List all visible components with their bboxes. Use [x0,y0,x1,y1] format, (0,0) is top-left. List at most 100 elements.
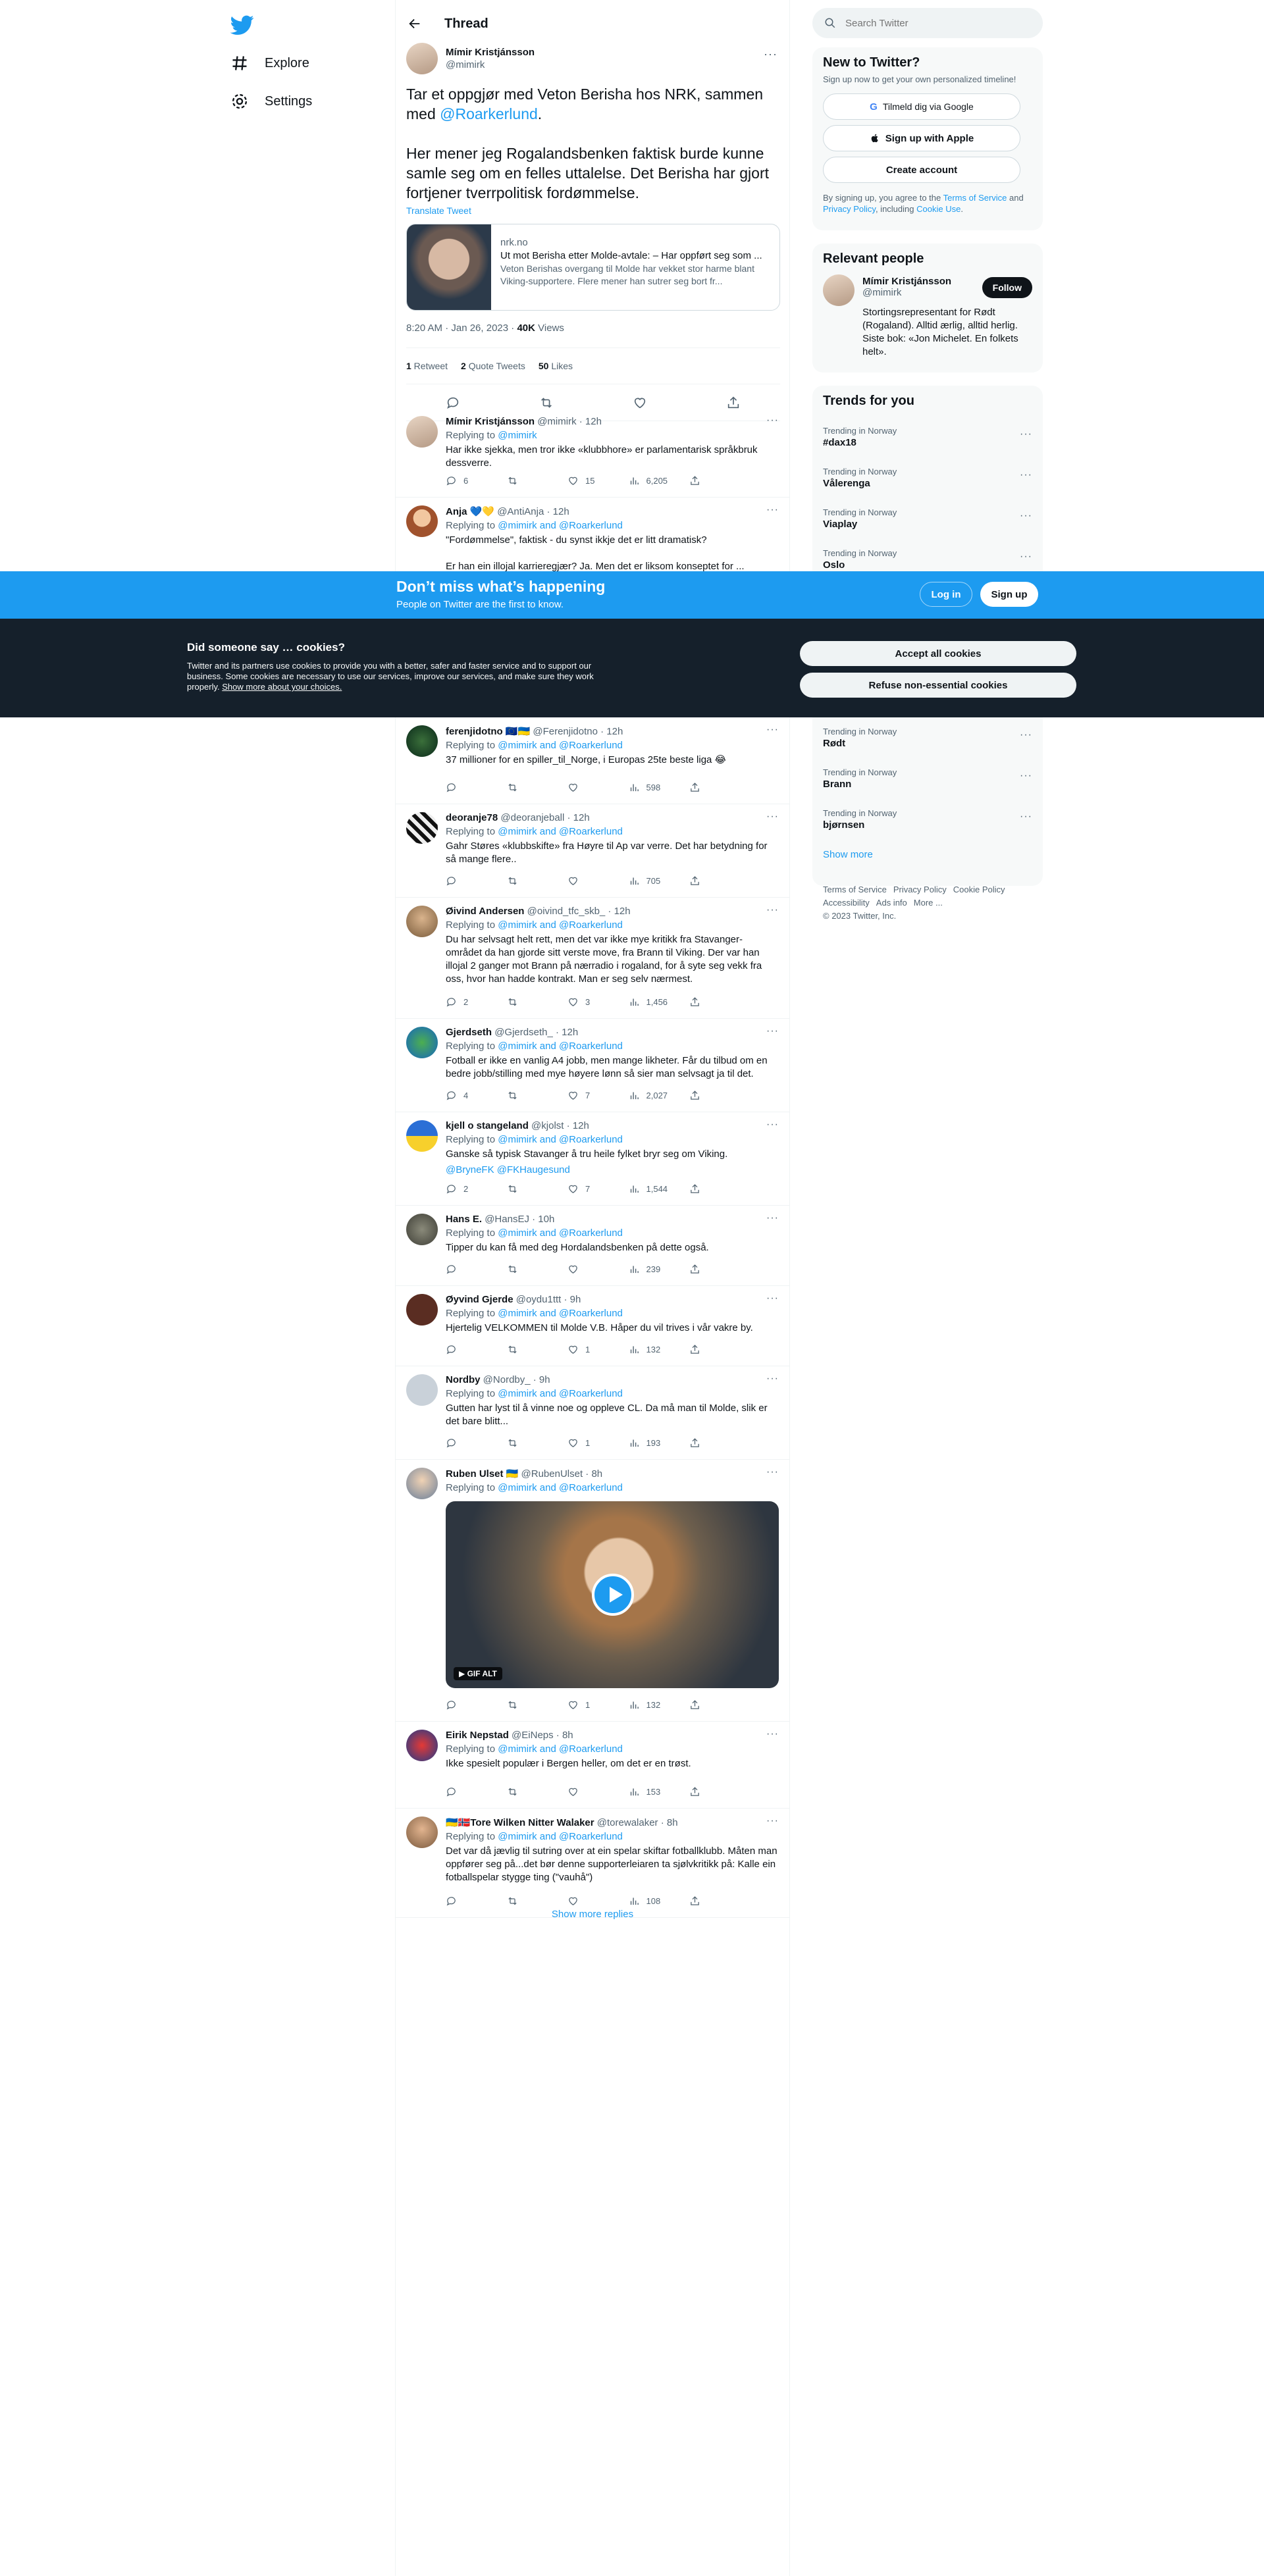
share-button[interactable] [689,1344,729,1355]
avatar[interactable] [406,505,438,537]
reply-author-handle[interactable]: @kjolst · 12h [531,1120,589,1131]
share-button[interactable] [689,1786,729,1797]
like-button[interactable] [567,782,607,793]
avatar[interactable] [406,812,438,844]
avatar[interactable] [406,416,438,448]
reply-button[interactable] [446,1699,485,1711]
reply-tweet[interactable]: ··· Mímir Kristjánsson @mimirk · 12h Reply… [396,408,789,498]
search-box[interactable] [812,8,1043,38]
trend-item[interactable]: Trending in Norway Vålerenga ··· [812,459,1043,500]
gif-badge[interactable]: ▶ GIF ALT [454,1667,502,1680]
trend-item[interactable]: Trending in Norway Rødt ··· [812,719,1043,760]
reply-tweet[interactable]: ··· Nordby @Nordby_ · 9h Replying to @mimi… [396,1366,789,1460]
focal-author[interactable]: Mímir Kristjánsson @mimirk [406,41,780,76]
avatar[interactable] [823,274,855,306]
replying-to-link[interactable]: @mimirk and @Roarkerlund [498,1743,623,1755]
relevant-person[interactable]: Mímir Kristjánsson @mimirk Follow Storti… [812,274,1043,357]
like-button[interactable] [567,1786,607,1797]
reply-author-handle[interactable]: @Nordby_ · 9h [483,1374,550,1385]
share-button[interactable] [689,475,729,486]
reply-tweet[interactable]: ··· deoranje78 @deoranjeball · 12h Replyin… [396,804,789,898]
reply-author-name[interactable]: Gjerdseth [446,1027,492,1038]
views-button[interactable]: 132 [629,1344,668,1355]
replying-to-link[interactable]: @mimirk and @Roarkerlund [498,1482,623,1493]
reply-button[interactable] [446,1344,485,1355]
refuse-cookies-button[interactable]: Refuse non-essential cookies [800,673,1076,698]
reply-author-name[interactable]: Nordby [446,1374,481,1385]
retweet-button[interactable] [507,996,546,1008]
reply-author-handle[interactable]: @mimirk · 12h [537,416,602,427]
avatar[interactable] [406,1214,438,1245]
like-button[interactable]: 7 [567,1183,607,1195]
like-button[interactable]: 1 [567,1344,607,1355]
avatar[interactable] [406,1730,438,1761]
reply-author-name[interactable]: Øyvind Gjerde [446,1294,514,1305]
replying-to-link[interactable]: @mimirk and @Roarkerlund [498,1041,623,1052]
footer-link[interactable]: Terms of Service [823,885,887,894]
reply-button[interactable] [446,1786,485,1797]
quotes-stat[interactable]: 2 Quote Tweets [461,361,525,371]
share-button[interactable] [689,1183,729,1195]
reply-tweet[interactable]: ··· Gjerdseth @Gjerdseth_ · 12h Replying t… [396,1019,789,1112]
reply-button[interactable] [446,782,485,793]
reply-author-handle[interactable]: @HansEJ · 10h [485,1214,554,1225]
author-name[interactable]: Mímir Kristjánsson [446,47,535,58]
login-button[interactable]: Log in [920,582,972,607]
translate-link[interactable]: Translate Tweet [406,205,780,216]
google-signup-button[interactable]: G Tilmeld dig via Google [823,93,1020,120]
back-arrow-icon[interactable] [408,16,422,31]
retweet-button[interactable] [507,1699,546,1711]
reply-mention-link[interactable]: @BryneFK @FKHaugesund [446,1164,779,1177]
retweet-button[interactable] [507,1344,546,1355]
retweet-button[interactable] [507,782,546,793]
reply-author-handle[interactable]: @torewalaker · 8h [597,1817,678,1828]
tweet-timestamp[interactable]: 8:20 AM · Jan 26, 2023 · [406,322,517,334]
views-button[interactable]: 6,205 [629,475,668,486]
views-button[interactable]: 2,027 [629,1090,668,1101]
footer-link[interactable]: Cookie Policy [953,885,1005,894]
like-button[interactable]: 1 [567,1699,607,1711]
reply-author-name[interactable]: Hans E. [446,1214,482,1225]
retweet-button[interactable] [507,1895,546,1907]
like-button[interactable]: 1 [567,1437,607,1449]
reply-button[interactable]: 6 [446,475,485,486]
reply-button[interactable]: 2 [446,1183,485,1195]
twitter-bird-icon[interactable] [230,13,254,37]
like-button[interactable] [567,1895,607,1907]
avatar[interactable] [406,1294,438,1326]
views-button[interactable]: 705 [629,875,668,887]
replying-to-link[interactable]: @mimirk and @Roarkerlund [498,740,623,751]
show-more-replies-button[interactable]: Show more replies [396,1909,789,1920]
replying-to-link[interactable]: @mimirk and @Roarkerlund [498,1831,623,1842]
trend-item[interactable]: Trending in Norway #dax18 ··· [812,418,1043,459]
share-button[interactable] [689,1264,729,1275]
reply-tweet[interactable]: ··· Hans E. @HansEJ · 10h Replying to @mim… [396,1206,789,1286]
trend-item[interactable]: Trending in Norway bjørnsen ··· [812,800,1043,841]
terms-link[interactable]: Terms of Service [943,193,1007,203]
reply-author-handle[interactable]: @RubenUlset · 8h [521,1468,603,1480]
trends-show-more[interactable]: Show more [823,849,873,860]
cookie-choices-link[interactable]: Show more about your choices. [222,682,342,692]
share-button[interactable] [689,1090,729,1101]
reply-tweet[interactable]: ··· Eirik Nepstad @EiNeps · 8h Replying to… [396,1722,789,1809]
replying-to-link[interactable]: @mimirk [498,430,537,441]
trend-item[interactable]: Trending in Norway Viaplay ··· [812,500,1043,540]
share-button[interactable] [689,1895,729,1907]
person-handle[interactable]: @mimirk [862,287,977,298]
avatar[interactable] [406,906,438,937]
reply-author-name[interactable]: ferenjidotno 🇪🇺🇺🇦 [446,726,530,737]
views-button[interactable]: 239 [629,1264,668,1275]
replying-to-link[interactable]: @mimirk and @Roarkerlund [498,520,623,531]
reply-author-name[interactable]: deoranje78 [446,812,498,823]
more-icon[interactable]: ··· [1020,428,1032,440]
reply-tweet[interactable]: ··· kjell o stangeland @kjolst · 12h Reply… [396,1112,789,1206]
avatar[interactable] [406,1816,438,1848]
more-icon[interactable]: ··· [1020,551,1032,563]
reply-author-name[interactable]: Ruben Ulset 🇺🇦 [446,1468,518,1480]
cookie-use-link[interactable]: Cookie Use [916,204,961,214]
footer-link[interactable]: Ads info [876,898,907,908]
person-name[interactable]: Mímir Kristjánsson [862,276,977,287]
more-icon[interactable]: ··· [764,47,777,61]
like-button[interactable] [567,1264,607,1275]
like-button[interactable]: 15 [567,475,607,486]
